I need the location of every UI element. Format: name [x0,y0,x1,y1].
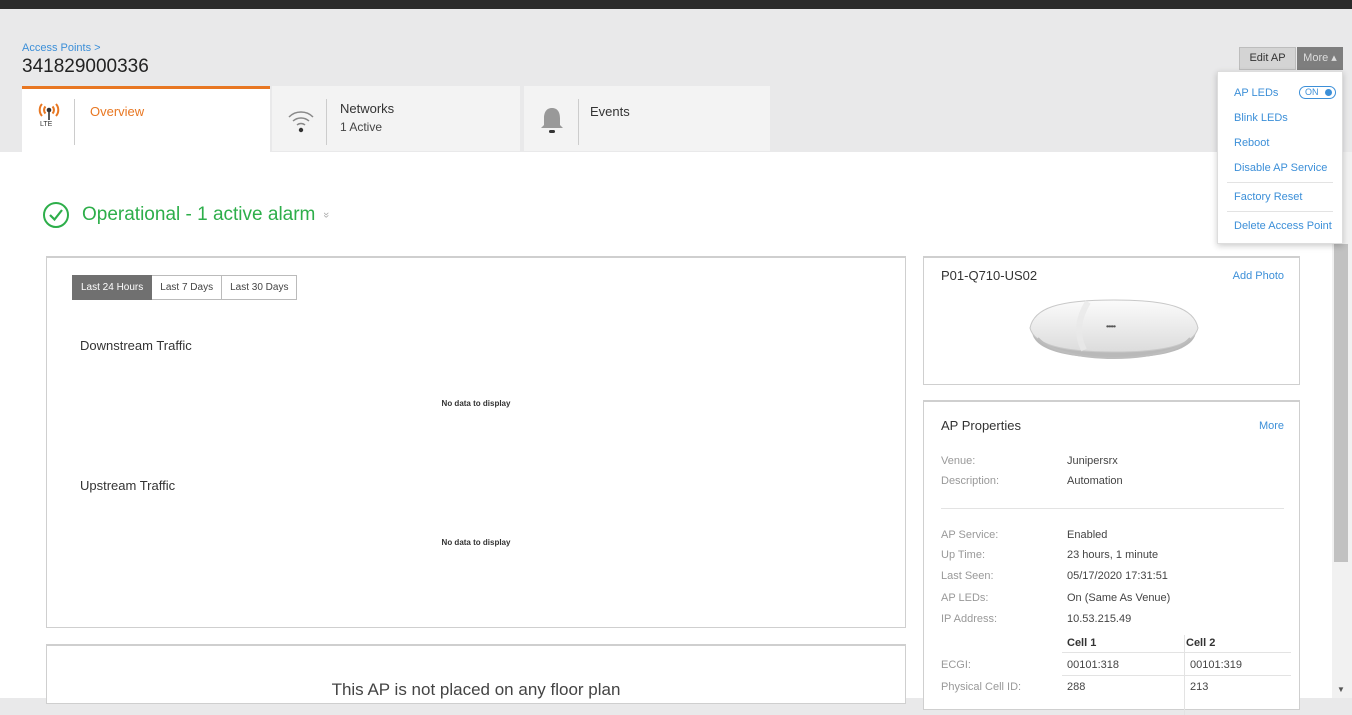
edit-ap-button[interactable]: Edit AP [1239,47,1296,70]
ap-leds-label: AP LEDs: [941,592,989,604]
traffic-panel: Last 24 Hours Last 7 Days Last 30 Days D… [46,256,906,628]
status-text: Operational - 1 active alarm [82,204,316,225]
led-indicator: ••••• [1106,322,1116,331]
prop-ecgi: ECGI: [941,659,1061,675]
venue-link[interactable]: Junipersrx [1067,455,1118,467]
menu-delete-access-point[interactable]: Delete Access Point [1234,220,1332,232]
up-time-label: Up Time: [941,549,986,561]
ip-address-label: IP Address: [941,613,998,625]
downstream-traffic-title: Downstream Traffic [80,338,192,353]
more-button[interactable]: More ▴ [1297,47,1343,70]
scrollbar-thumb[interactable] [1334,244,1348,562]
top-bar [0,0,1352,9]
properties-divider [941,508,1284,509]
ecgi-cell2: 00101:319 [1190,659,1242,671]
cell1-header: Cell 1 [1067,637,1097,649]
range-7-days-button[interactable]: Last 7 Days [152,275,223,300]
bell-icon [540,106,564,139]
tab-divider [578,99,579,145]
cell-table-line [1062,652,1291,653]
tab-bar: LTE Overview Networks 1 Active Events [22,86,1352,152]
pci-cell1: 288 [1067,681,1086,693]
last-seen-value: 05/17/2020 17:31:51 [1067,570,1168,582]
venue-label: Venue: [941,455,976,467]
ecgi-label: ECGI: [941,659,971,671]
time-range-selector: Last 24 Hours Last 7 Days Last 30 Days [72,275,298,300]
toggle-knob [1325,89,1332,96]
description-value: Automation [1067,475,1123,487]
toggle-label: ON [1305,87,1319,97]
ap-model: P01-Q710-US02 [941,268,1038,283]
description-label: Description: [941,475,1000,487]
ap-properties-panel: AP Properties More Venue: Junipersrx Des… [923,400,1300,715]
range-30-days-button[interactable]: Last 30 Days [222,275,298,300]
lte-label: LTE [40,121,53,128]
status-banner[interactable]: Operational - 1 active alarm » [42,200,332,230]
ip-address-value: 10.53.215.49 [1067,613,1132,625]
downstream-no-data: No data to display [441,399,511,408]
cell2-header: Cell 2 [1186,637,1216,649]
upstream-traffic-title: Upstream Traffic [80,478,176,493]
menu-ap-leds: AP LEDs [1234,87,1279,99]
prop-physical-cell-id: Physical Cell ID: [941,681,1061,697]
page-title: 341829000336 [22,56,149,77]
tab-networks-label: Networks [340,101,395,116]
add-photo-link[interactable]: Add Photo [1233,270,1284,282]
pci-cell2: 213 [1190,681,1209,693]
menu-separator [1227,182,1333,183]
ap-properties-title: AP Properties [941,418,1021,433]
more-menu: AP LEDs ON Blink LEDs Reboot Disable AP … [1217,71,1343,244]
last-seen-label: Last Seen: [941,570,994,582]
ap-service-label: AP Service: [941,529,999,541]
menu-separator [1227,211,1333,212]
device-panel: P01-Q710-US02 Add Photo ••••• [923,256,1300,385]
floorplan-message: This AP is not placed on any floor plan [331,680,621,699]
tab-divider [326,99,327,145]
range-24-hours-button[interactable]: Last 24 Hours [72,275,153,300]
floorplan-panel: This AP is not placed on any floor plan [46,644,906,704]
tab-events[interactable]: Events [524,86,770,151]
chevron-down-icon[interactable]: » [320,212,332,218]
tab-divider [74,99,75,145]
access-point-image: ••••• [1018,292,1208,372]
ap-service-value: Enabled [1067,529,1108,541]
upstream-no-data: No data to display [441,538,511,547]
ecgi-cell1: 00101:318 [1067,659,1119,671]
scroll-down-arrow-icon[interactable]: ▼ [1337,685,1345,694]
lte-broadcast-icon: LTE [37,100,61,134]
tab-networks[interactable]: Networks 1 Active [272,86,520,151]
menu-blink-leds[interactable]: Blink LEDs [1234,112,1288,124]
up-time-value: 23 hours, 1 minute [1067,549,1159,561]
wifi-icon [286,105,316,138]
ap-leds-value: On (Same As Venue) [1067,592,1171,604]
menu-factory-reset[interactable]: Factory Reset [1234,191,1302,203]
cell-column-divider [1184,635,1185,715]
check-circle-icon [42,201,70,229]
physical-cell-id-label: Physical Cell ID: [941,681,1022,693]
tab-overview[interactable]: LTE Overview [22,86,270,152]
menu-reboot[interactable]: Reboot [1234,137,1269,149]
menu-disable-ap-service[interactable]: Disable AP Service [1234,162,1327,174]
networks-active-count: 1 Active [340,120,383,134]
ap-leds-toggle[interactable]: ON [1299,86,1336,99]
cell-table-line [1062,675,1291,676]
tab-events-label: Events [590,104,630,119]
tab-overview-label: Overview [90,104,145,119]
breadcrumb-access-points[interactable]: Access Points > [22,42,101,54]
properties-more-link[interactable]: More [1259,420,1284,432]
